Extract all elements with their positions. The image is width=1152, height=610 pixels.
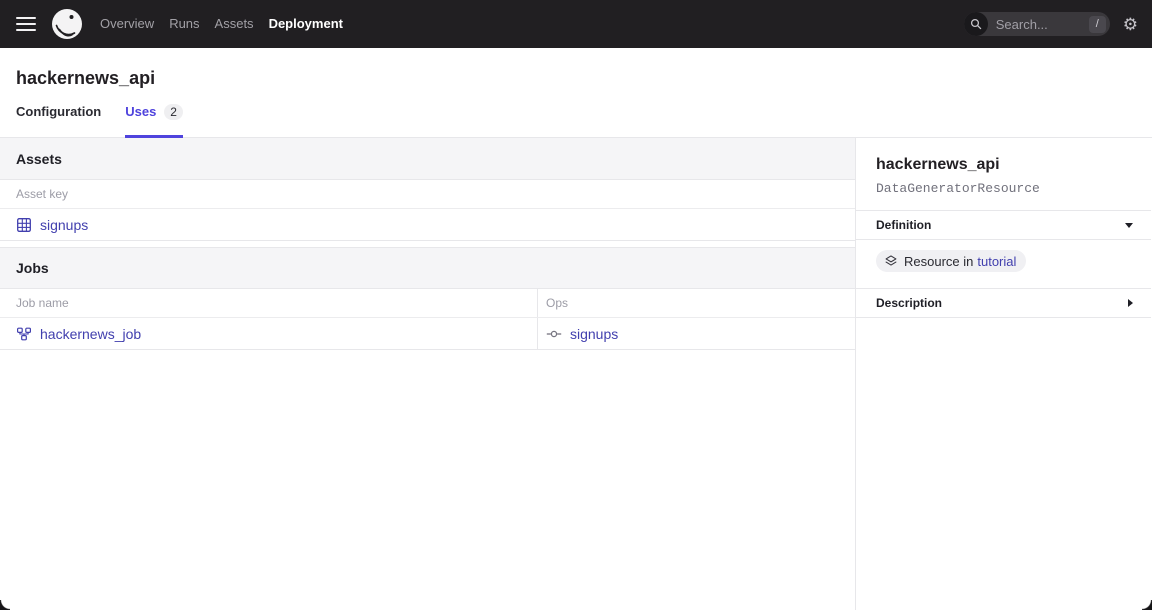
job-graph-icon <box>16 326 32 342</box>
assets-column-header-row: Asset key <box>0 180 855 209</box>
definition-section-toggle[interactable]: Definition <box>856 210 1151 240</box>
op-icon <box>546 326 562 342</box>
definition-section-label: Definition <box>876 218 931 232</box>
jobs-section-title: Jobs <box>16 260 49 276</box>
window-corner <box>1142 600 1152 610</box>
ops-column-header: Ops <box>546 296 568 310</box>
nav-item-runs[interactable]: Runs <box>169 0 199 48</box>
resource-tag-chip: Resource in tutorial <box>876 250 1026 272</box>
asset-row-signups: signups <box>0 209 855 241</box>
dagster-logo-icon[interactable] <box>50 7 84 41</box>
nav-item-overview[interactable]: Overview <box>100 0 154 48</box>
window-corner <box>0 600 10 610</box>
app-window: Overview Runs Assets Deployment / ⚙ hack… <box>0 0 1152 610</box>
asset-key-column-header: Asset key <box>16 187 68 201</box>
layers-icon <box>884 254 898 268</box>
top-nav-links: Overview Runs Assets Deployment <box>100 0 343 48</box>
page-header: hackernews_api Configuration Uses 2 <box>0 48 1152 138</box>
chevron-down-icon <box>1125 223 1133 228</box>
settings-gear-icon[interactable]: ⚙ <box>1123 16 1138 33</box>
job-link-hackernews-job[interactable]: hackernews_job <box>16 326 141 342</box>
resource-tag-tutorial-link[interactable]: tutorial <box>977 254 1016 269</box>
job-name-column-header: Job name <box>16 296 69 310</box>
resource-side-panel: hackernews_api DataGeneratorResource Def… <box>856 138 1151 610</box>
chevron-right-icon <box>1128 299 1133 307</box>
tab-uses-label: Uses <box>125 104 156 120</box>
tab-configuration[interactable]: Configuration <box>16 104 101 137</box>
description-section-toggle[interactable]: Description <box>856 288 1151 318</box>
search-bar[interactable]: / <box>964 12 1110 36</box>
nav-item-assets[interactable]: Assets <box>215 0 254 48</box>
asset-table-icon <box>16 217 32 233</box>
op-link-signups[interactable]: signups <box>546 326 618 342</box>
job-name-label: hackernews_job <box>40 326 141 342</box>
jobs-column-header-row: Job name Ops <box>0 289 855 318</box>
assets-section-header: Assets <box>0 138 855 180</box>
tab-uses-count-badge: 2 <box>164 104 183 120</box>
menu-icon[interactable] <box>16 17 36 31</box>
resource-panel-title: hackernews_api <box>876 155 1131 175</box>
definition-section-body: Resource in tutorial <box>856 240 1151 288</box>
search-icon <box>964 12 988 36</box>
job-row-hackernews-job: hackernews_job signups <box>0 318 855 350</box>
tab-configuration-label: Configuration <box>16 104 101 120</box>
asset-link-signups[interactable]: signups <box>16 217 88 233</box>
op-name-label: signups <box>570 326 618 342</box>
search-shortcut-key: / <box>1089 16 1106 33</box>
tab-bar: Configuration Uses 2 <box>16 104 1136 137</box>
tab-uses[interactable]: Uses 2 <box>125 104 183 137</box>
description-section-label: Description <box>876 296 942 310</box>
resource-tag-text: Resource in <box>904 254 973 269</box>
assets-section-title: Assets <box>16 151 62 167</box>
jobs-section-header: Jobs <box>0 247 855 289</box>
search-input[interactable] <box>988 17 1089 32</box>
top-navigation-bar: Overview Runs Assets Deployment / ⚙ <box>0 0 1152 48</box>
resource-type-label: DataGeneratorResource <box>876 181 1131 196</box>
nav-item-deployment[interactable]: Deployment <box>269 0 343 48</box>
asset-key-label: signups <box>40 217 88 233</box>
uses-content: Assets Asset key signups <box>0 138 856 610</box>
page-title: hackernews_api <box>16 66 1136 90</box>
